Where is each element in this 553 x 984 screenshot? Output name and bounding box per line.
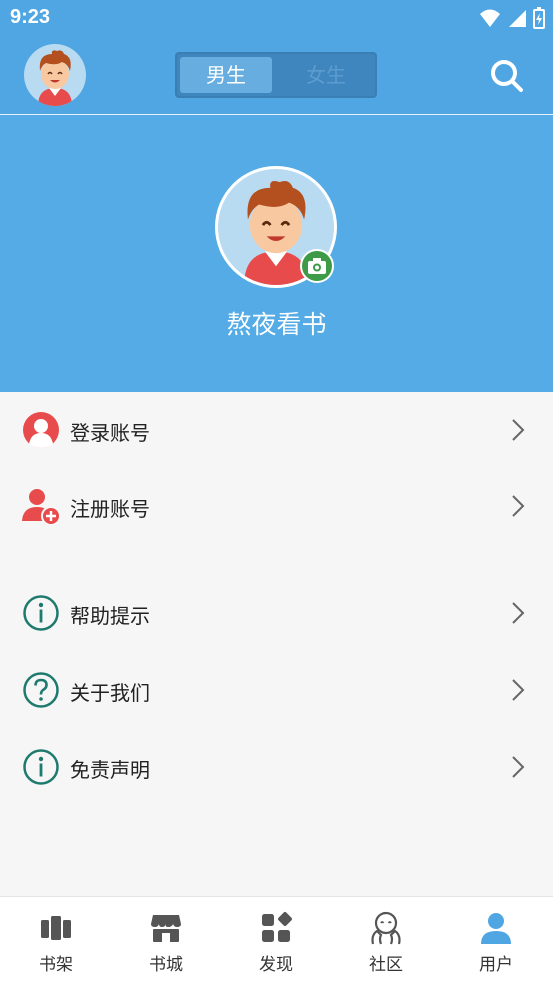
menu-item-register[interactable]: 注册账号 [0, 468, 553, 544]
change-avatar-button[interactable] [300, 249, 334, 283]
status-bar: 9:23 [0, 0, 553, 38]
tab-female[interactable]: 女生 [280, 57, 372, 93]
menu-label: 免责声明 [70, 758, 150, 782]
top-app-bar: 男生 女生 [0, 38, 553, 115]
status-time: 9:23 [10, 6, 51, 28]
user-icon [23, 412, 59, 448]
camera-icon [308, 258, 326, 274]
status-icons [479, 7, 545, 29]
profile-banner: 熬夜看书 [0, 115, 553, 392]
question-icon [23, 672, 59, 708]
menu-label: 关于我们 [70, 681, 150, 705]
search-button[interactable] [489, 58, 525, 94]
nav-label: 书架 [39, 955, 73, 975]
chevron-right-icon [512, 419, 525, 441]
nav-user[interactable]: 用户 [441, 897, 551, 984]
store-icon [151, 915, 181, 942]
discover-icon [262, 912, 292, 942]
menu-item-help[interactable]: 帮助提示 [0, 575, 553, 651]
username: 熬夜看书 [226, 310, 327, 339]
chevron-right-icon [512, 495, 525, 517]
gender-toggle: 男生 女生 [175, 52, 377, 98]
battery-icon [533, 7, 545, 29]
bookshelf-icon [41, 916, 71, 940]
nav-label: 发现 [259, 955, 293, 975]
info-icon [23, 595, 59, 631]
chevron-right-icon [512, 756, 525, 778]
nav-community[interactable]: 社区 [331, 897, 441, 984]
header-avatar[interactable] [24, 44, 86, 106]
search-icon [491, 60, 523, 92]
bottom-navigation: 书架 书城 发现 社区 用户 [0, 896, 553, 984]
chevron-right-icon [512, 679, 525, 701]
signal-icon [509, 10, 526, 27]
user-icon [481, 913, 511, 944]
wifi-icon [480, 9, 500, 27]
tab-male[interactable]: 男生 [180, 57, 272, 93]
menu-label: 登录账号 [70, 421, 150, 445]
nav-discover[interactable]: 发现 [221, 897, 331, 984]
nav-label: 用户 [479, 955, 513, 975]
nav-label: 书城 [149, 955, 183, 975]
menu-item-about[interactable]: 关于我们 [0, 652, 553, 728]
menu-item-login[interactable]: 登录账号 [0, 392, 553, 468]
nav-bookstore[interactable]: 书城 [111, 897, 221, 984]
nav-label: 社区 [369, 955, 403, 975]
avatar-boy-icon [38, 50, 72, 106]
menu-label: 注册账号 [70, 497, 150, 521]
chevron-right-icon [512, 602, 525, 624]
community-icon [371, 911, 401, 945]
info-icon [23, 749, 59, 785]
add-user-icon [22, 489, 60, 525]
menu-item-disclaimer[interactable]: 免责声明 [0, 729, 553, 805]
menu-label: 帮助提示 [70, 604, 150, 628]
nav-bookshelf[interactable]: 书架 [1, 897, 111, 984]
